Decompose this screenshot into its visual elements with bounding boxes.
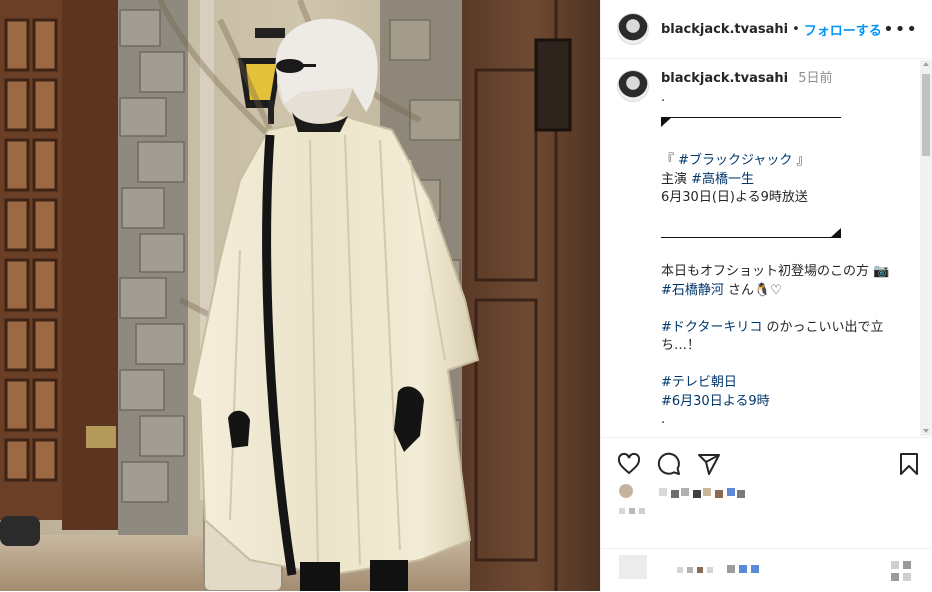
caption-line: 主演 #高橋一生: [661, 171, 755, 187]
scroll-thumb[interactable]: [922, 74, 930, 156]
post-time[interactable]: 5日前: [798, 71, 832, 86]
post-photo-illustration: [0, 0, 600, 591]
decorative-divider-top: [661, 117, 841, 127]
comment-icon[interactable]: [657, 452, 681, 476]
caption-scroll-area[interactable]: blackjack.tvasahi 5日前 . 『 #ブラックジャック 』 主演…: [601, 60, 920, 436]
caption-line: .: [661, 89, 666, 105]
send-icon[interactable]: [697, 452, 721, 476]
hashtag-tvasahi[interactable]: #テレビ朝日: [661, 375, 737, 390]
emoji-button[interactable]: [619, 555, 647, 579]
caption-line: 本日もオフショット初登場のこの方 📷: [661, 264, 890, 279]
post-sidebar: blackjack.tvasahi • フォローする ••• blackjack…: [600, 0, 932, 591]
caption-scrollbar[interactable]: [920, 60, 932, 436]
caption-line: 6月30日(日)よる9時放送: [661, 190, 808, 205]
header-username[interactable]: blackjack.tvasahi: [661, 22, 788, 37]
caption-body: blackjack.tvasahi 5日前 . 『 #ブラックジャック 』 主演…: [661, 70, 909, 430]
heart-icon[interactable]: [617, 452, 641, 476]
caption-line: #ドクターキリコ のかっこいい出で立: [661, 319, 884, 335]
caption-row: blackjack.tvasahi 5日前 . 『 #ブラックジャック 』 主演…: [617, 70, 920, 430]
caption-line: .: [661, 412, 666, 427]
decorative-divider-bottom: [661, 226, 841, 238]
scroll-up-arrow-icon[interactable]: [923, 62, 929, 66]
instagram-post: blackjack.tvasahi • フォローする ••• blackjack…: [0, 0, 932, 591]
scroll-down-arrow-icon[interactable]: [923, 429, 929, 433]
separator-dot: •: [792, 21, 800, 37]
hashtag-blackjack[interactable]: #ブラックジャック: [678, 153, 792, 168]
bookmark-icon[interactable]: [897, 452, 921, 476]
caption-line: #テレビ朝日: [661, 374, 909, 393]
hashtag-kiriko[interactable]: #ドクターキリコ: [661, 320, 762, 335]
follow-button[interactable]: フォローする: [804, 20, 882, 39]
avatar[interactable]: [617, 13, 649, 45]
hashtag-broadcast-date[interactable]: #6月30日よる9時: [661, 394, 770, 409]
caption-line: #6月30日よる9時: [661, 393, 909, 412]
caption-line: #石橋静河 さん🐧♡: [661, 282, 782, 298]
caption-avatar[interactable]: [617, 70, 649, 102]
post-header: blackjack.tvasahi • フォローする •••: [601, 0, 932, 59]
comment-bar-blurred: [601, 548, 932, 592]
caption-line: 『 #ブラックジャック 』: [661, 153, 810, 168]
liker-avatar: [619, 484, 633, 498]
liked-by-blurred: [619, 484, 912, 524]
caption-line: ち…！: [661, 338, 701, 353]
more-options-icon[interactable]: •••: [883, 19, 918, 40]
post-photo[interactable]: [0, 0, 600, 591]
caption-username[interactable]: blackjack.tvasahi: [661, 71, 788, 86]
hashtag-takahashi[interactable]: #高橋一生: [691, 172, 754, 187]
hashtag-ishibashi[interactable]: #石橋静河: [661, 283, 724, 298]
